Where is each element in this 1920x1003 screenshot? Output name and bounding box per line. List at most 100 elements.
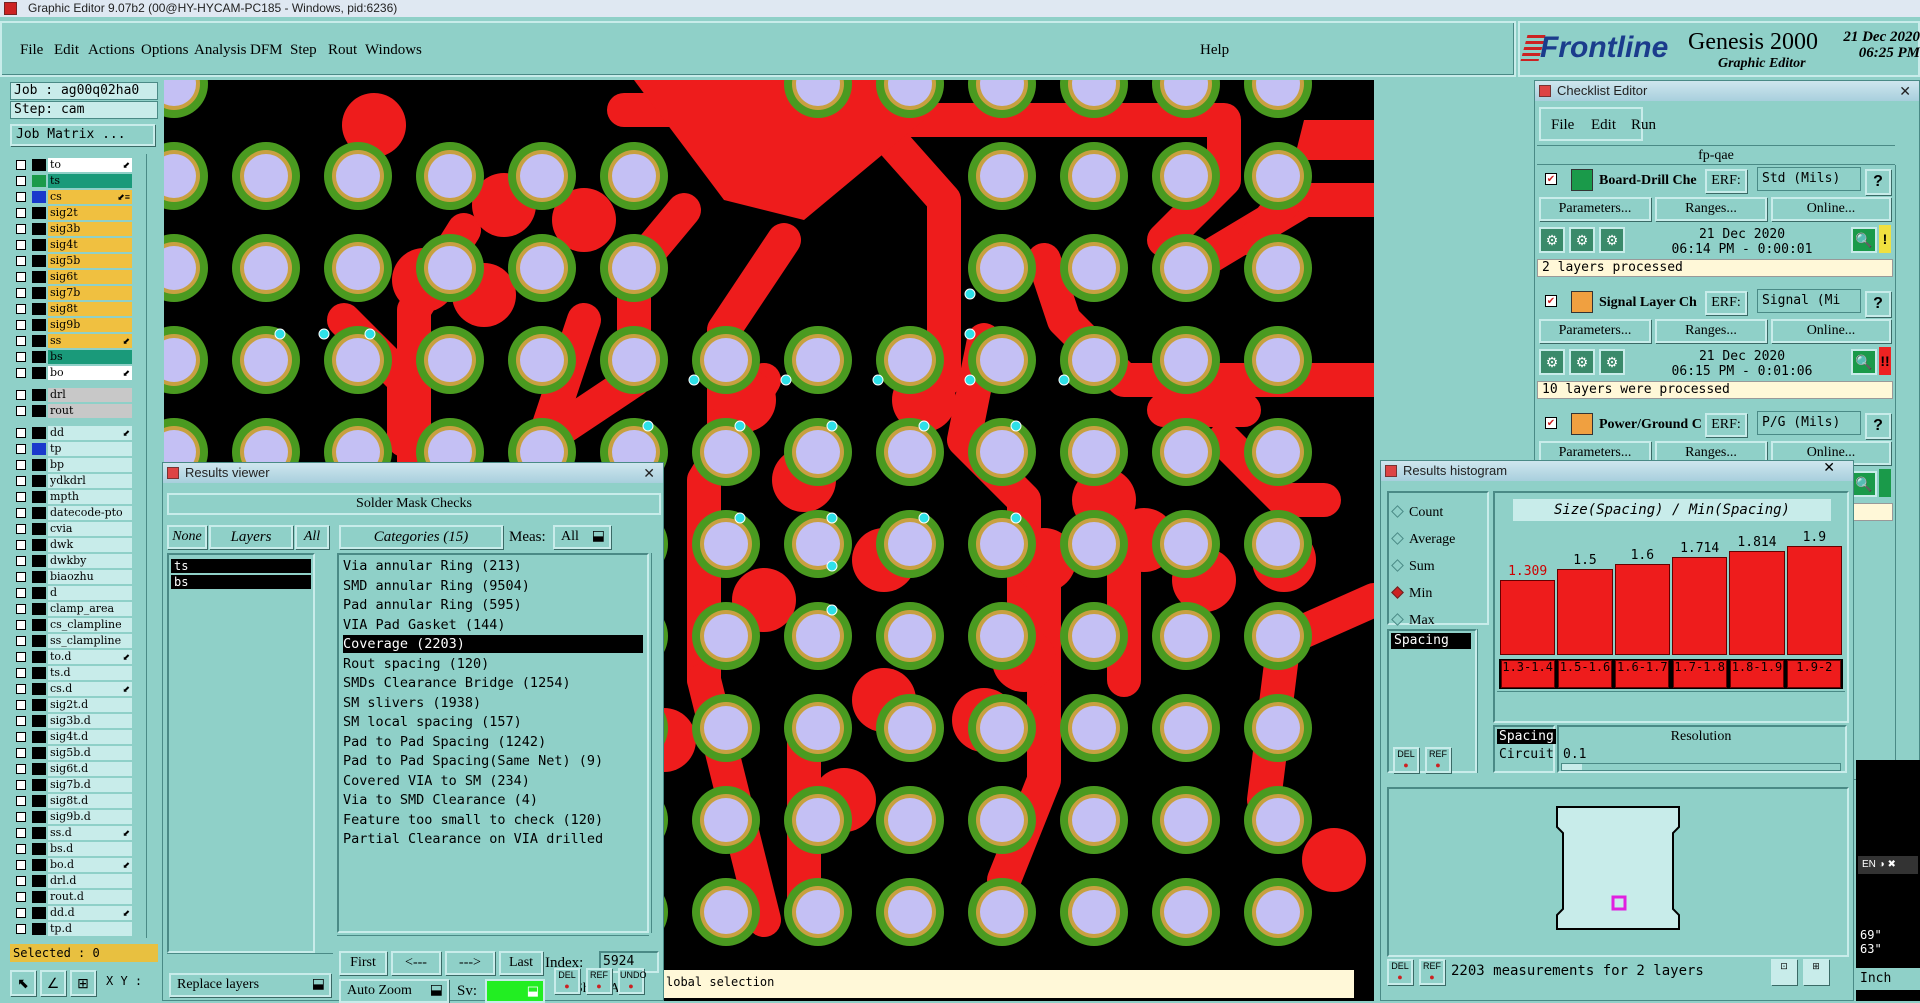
category-item[interactable]: Rout spacing (120)	[343, 655, 489, 673]
layer-color-swatch[interactable]	[32, 271, 46, 283]
layer-checkbox[interactable]	[16, 444, 26, 454]
layer-checkbox[interactable]	[16, 860, 26, 870]
layer-name[interactable]: ss_clampline	[48, 634, 132, 648]
check-enabled-checkbox[interactable]: ✔	[1545, 295, 1557, 307]
layer-checkbox[interactable]	[16, 828, 26, 838]
view-results-icon[interactable]: 🔍	[1851, 349, 1877, 375]
histogram-bar[interactable]	[1672, 557, 1728, 655]
layer-color-swatch[interactable]	[32, 859, 46, 871]
layer-name[interactable]: ss	[48, 334, 132, 348]
layer-name[interactable]: tp	[48, 442, 132, 456]
layer-name[interactable]: dwkby	[48, 554, 132, 568]
layer-name[interactable]: sig4t	[48, 238, 132, 252]
layer-color-swatch[interactable]	[32, 651, 46, 663]
histogram-bar[interactable]	[1729, 551, 1785, 655]
layer-checkbox[interactable]	[16, 208, 26, 218]
layer-row[interactable]: dwkby	[12, 554, 132, 568]
layer-row[interactable]: cs_clampline	[12, 618, 132, 632]
layer-color-swatch[interactable]	[32, 763, 46, 775]
job-matrix-button[interactable]: Job Matrix ...	[10, 124, 155, 146]
layer-checkbox[interactable]	[16, 684, 26, 694]
category-item[interactable]: Via to SMD Clearance (4)	[343, 791, 538, 809]
layers-none-button[interactable]: None	[167, 525, 207, 549]
layer-color-swatch[interactable]	[32, 923, 46, 935]
run-icon[interactable]: ⚙	[1539, 227, 1565, 253]
layer-row[interactable]: bo ⬋	[12, 366, 132, 380]
help-button[interactable]: ?	[1865, 413, 1891, 439]
layer-checkbox[interactable]	[16, 636, 26, 646]
layer-checkbox[interactable]	[16, 256, 26, 266]
layer-checkbox[interactable]	[16, 748, 26, 758]
nav-del-button[interactable]: DEL ●	[1387, 959, 1413, 985]
run-all-icon[interactable]: ⚙	[1599, 227, 1625, 253]
menu-windows[interactable]: Windows	[365, 42, 422, 59]
layer-row[interactable]: datecode-pto	[12, 506, 132, 520]
zoom-home-icon[interactable]: ⊡	[1771, 959, 1797, 985]
layer-name[interactable]: sig4t.d	[48, 730, 132, 744]
layer-color-swatch[interactable]	[32, 223, 46, 235]
layer-checkbox[interactable]	[16, 732, 26, 742]
layer-color-swatch[interactable]	[32, 351, 46, 363]
layer-name[interactable]: d	[48, 586, 132, 600]
run-selected-icon[interactable]: ⚙	[1569, 349, 1595, 375]
layer-name[interactable]: drl.d	[48, 874, 132, 888]
layer-row[interactable]: sig2t	[12, 206, 132, 220]
layer-name[interactable]: mpth	[48, 490, 132, 504]
layer-color-swatch[interactable]	[32, 779, 46, 791]
layer-color-swatch[interactable]	[32, 287, 46, 299]
layers-hscrollbar[interactable]	[167, 953, 333, 963]
category-item[interactable]: SM local spacing (157)	[343, 713, 522, 731]
layer-results-list[interactable]: ts bs	[167, 553, 315, 953]
layer-checkbox[interactable]	[16, 390, 26, 400]
layer-row[interactable]: sig6t.d	[12, 762, 132, 776]
undo-button[interactable]: UNDO ●	[618, 968, 647, 994]
check-enabled-checkbox[interactable]: ✔	[1545, 173, 1557, 185]
layer-color-swatch[interactable]	[32, 239, 46, 251]
category-item[interactable]: Partial Clearance on VIA drilled	[343, 830, 603, 848]
meas-dropdown[interactable]: All ⬓	[553, 525, 611, 549]
layer-name[interactable]: cvia	[48, 522, 132, 536]
layer-checkbox[interactable]	[16, 240, 26, 250]
erf-value[interactable]: Signal (Mi	[1757, 289, 1861, 313]
layer-checkbox[interactable]	[16, 160, 26, 170]
layer-checkbox[interactable]	[16, 668, 26, 678]
layer-name[interactable]: ss.d	[48, 826, 132, 840]
layer-row[interactable]: dwk	[12, 538, 132, 552]
layer-checkbox[interactable]	[16, 764, 26, 774]
histogram-bar[interactable]	[1500, 580, 1556, 655]
layer-color-swatch[interactable]	[32, 491, 46, 503]
select-tool-icon[interactable]: ⬉	[10, 970, 36, 996]
layer-checkbox[interactable]	[16, 652, 26, 662]
close-icon[interactable]: ✕	[1899, 81, 1911, 101]
menu-help[interactable]: Help	[1200, 42, 1229, 59]
layer-checkbox[interactable]	[16, 476, 26, 486]
layer-name[interactable]: drl	[48, 388, 132, 402]
view-results-icon[interactable]: 🔍	[1851, 471, 1877, 497]
layer-checkbox[interactable]	[16, 892, 26, 902]
layer-name[interactable]: cs_clampline	[48, 618, 132, 632]
layer-name[interactable]: ydkdrl	[48, 474, 132, 488]
layer-row[interactable]: sig4t	[12, 238, 132, 252]
layer-row[interactable]: cs.d ⬋	[12, 682, 132, 696]
checklist-menu-run[interactable]: Run	[1631, 117, 1656, 134]
layer-row[interactable]: sig4t.d	[12, 730, 132, 744]
layer-row[interactable]: sig8t	[12, 302, 132, 316]
parameters-button[interactable]: Parameters...	[1539, 319, 1651, 343]
layer-color-swatch[interactable]	[32, 571, 46, 583]
menu-edit[interactable]: Edit	[54, 42, 79, 59]
layer-name[interactable]: sig8t.d	[48, 794, 132, 808]
category-item[interactable]: Feature too small to check (120)	[343, 811, 603, 829]
layer-name[interactable]: sig5b.d	[48, 746, 132, 760]
layer-color-swatch[interactable]	[32, 875, 46, 887]
layer-name[interactable]: bs	[48, 350, 132, 364]
categories-hscrollbar[interactable]	[337, 935, 649, 945]
histogram-bar[interactable]	[1786, 546, 1842, 655]
layer-row[interactable]: rout.d	[12, 890, 132, 904]
layer-row[interactable]: sig6t	[12, 270, 132, 284]
histo-ref-button[interactable]: REF ●	[1425, 747, 1451, 773]
layer-checkbox[interactable]	[16, 844, 26, 854]
online-button[interactable]: Online...	[1771, 197, 1891, 221]
close-icon[interactable]: ✕	[643, 463, 655, 483]
layer-name[interactable]: sig2t.d	[48, 698, 132, 712]
layer-checkbox[interactable]	[16, 524, 26, 534]
